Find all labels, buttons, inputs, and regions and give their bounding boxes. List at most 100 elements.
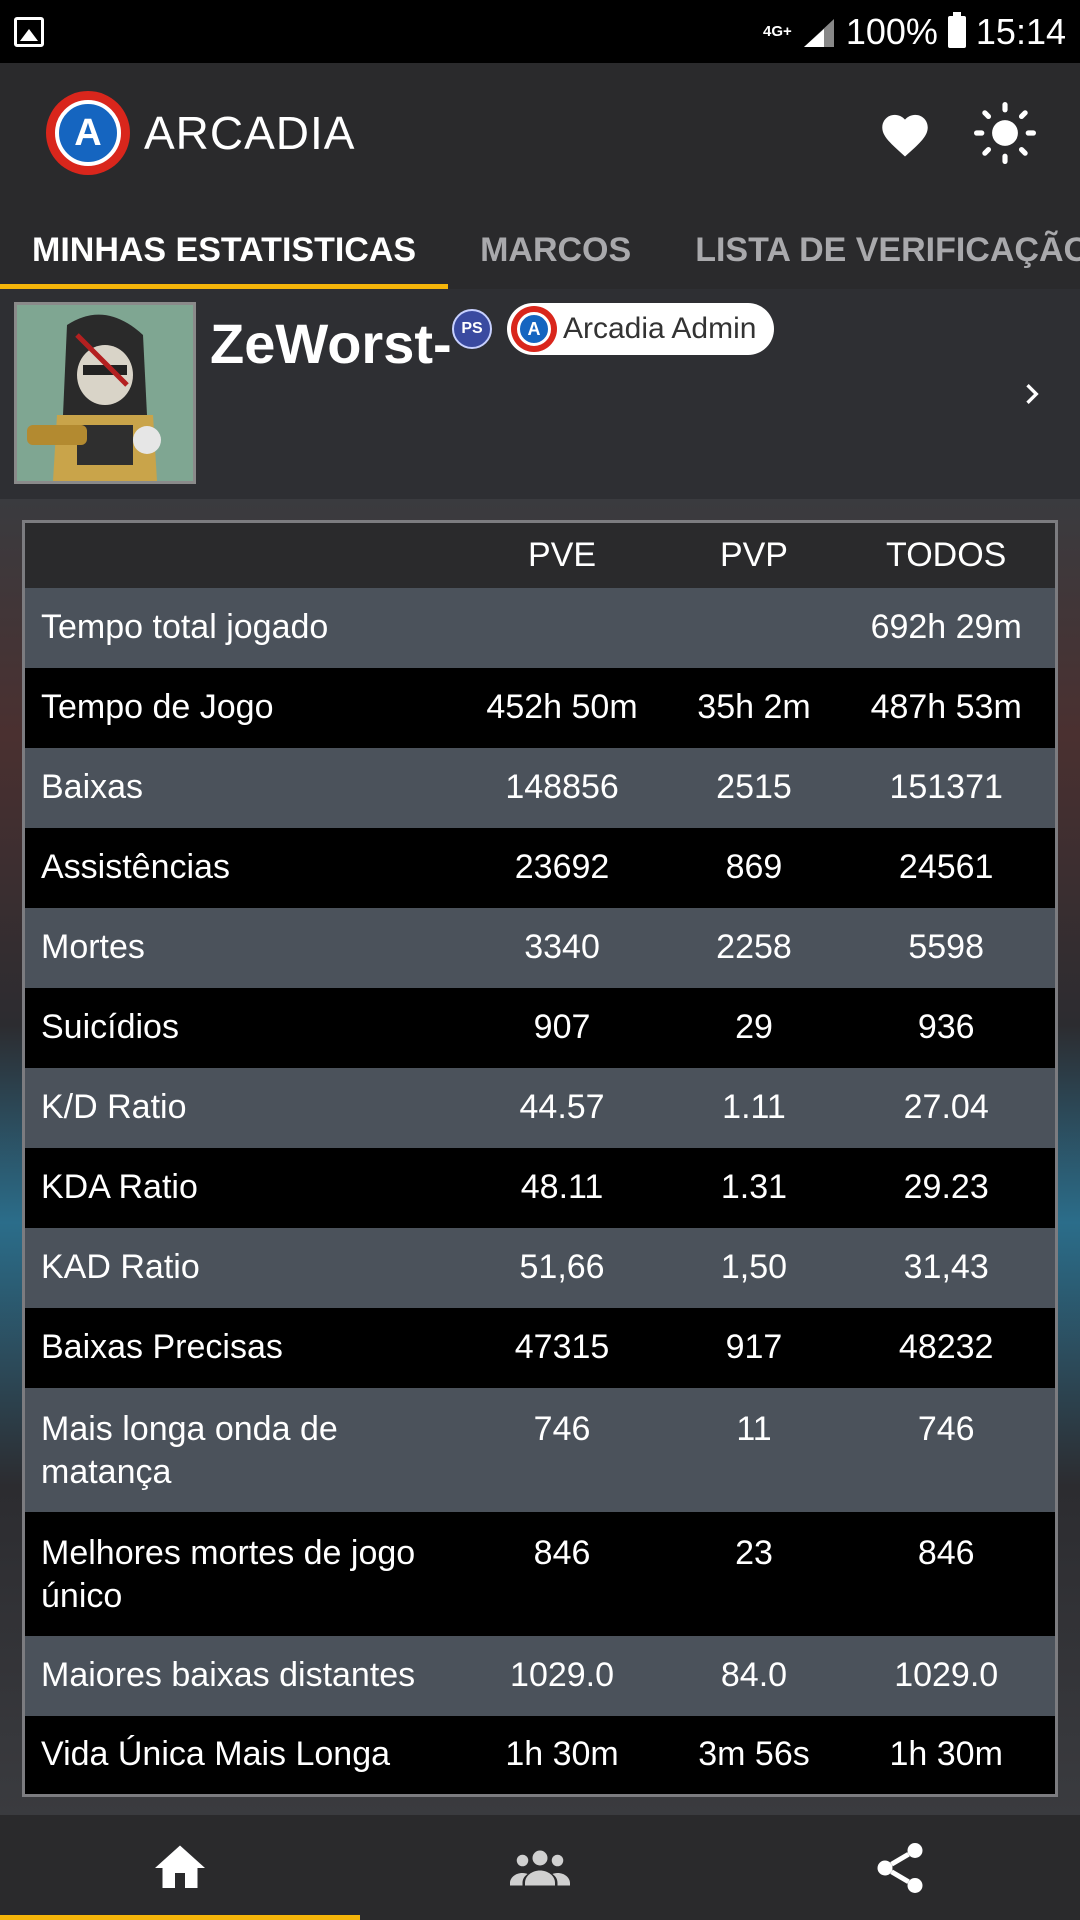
row-label: Maiores baixas distantes [23, 1635, 454, 1716]
row-label: K/D Ratio [23, 1067, 454, 1148]
group-icon [510, 1850, 570, 1885]
favorite-button[interactable] [870, 98, 940, 168]
todos-value: 27.04 [837, 1067, 1057, 1148]
character-avatar-image [17, 305, 193, 481]
signal-icon [803, 18, 834, 47]
home-icon [155, 1845, 205, 1888]
pvp-value: 2258 [670, 907, 838, 988]
pvp-value: 29 [670, 987, 838, 1068]
nav-share[interactable] [720, 1815, 1080, 1920]
table-row: Baixas Precisas 47315 917 48232 [23, 1307, 1057, 1388]
logo-letter: A [55, 100, 121, 166]
header-pve: PVE [453, 521, 671, 588]
pvp-value: 35h 2m [670, 667, 838, 748]
app-title: ARCADIA [144, 107, 356, 159]
pve-value: 23692 [453, 827, 671, 908]
status-bar: 4G+ 100% 15:14 [0, 0, 1080, 63]
avatar [14, 302, 196, 484]
todos-value: 1029.0 [837, 1635, 1057, 1716]
mini-logo-letter: A [517, 312, 551, 346]
profile-header[interactable]: ZeWorst- PS A Arcadia Admin [0, 289, 1080, 499]
table-row: Maiores baixas distantes 1029.0 84.0 102… [23, 1635, 1057, 1716]
image-notification-icon [14, 16, 44, 47]
row-label: Assistências [23, 827, 454, 908]
battery-percent: 100% [845, 10, 938, 52]
pvp-value: 1.11 [670, 1067, 838, 1148]
todos-value: 746 [837, 1387, 1057, 1512]
bottom-navigation [0, 1815, 1080, 1920]
pvp-value: 1,50 [670, 1227, 838, 1308]
table-row: Assistências 23692 869 24561 [23, 827, 1057, 908]
row-label: KDA Ratio [23, 1147, 454, 1228]
brightness-icon [974, 102, 1036, 164]
arcadia-mini-logo: A [511, 306, 557, 352]
pve-value: 846 [453, 1511, 671, 1636]
nav-home[interactable] [0, 1815, 360, 1920]
table-row: Melhores mortes de jogo único 846 23 846 [23, 1511, 1057, 1636]
table-row: Tempo total jogado 692h 29m [23, 587, 1057, 668]
pvp-value: 1.31 [670, 1147, 838, 1228]
pve-value: 746 [453, 1387, 671, 1512]
pve-value: 44.57 [453, 1067, 671, 1148]
table-row: Tempo de Jogo 452h 50m 35h 2m 487h 53m [23, 667, 1057, 748]
theme-toggle-button[interactable] [970, 98, 1040, 168]
pvp-value: 11 [670, 1387, 838, 1512]
share-icon [877, 1842, 923, 1893]
tab-marcos[interactable]: MARCOS [448, 203, 663, 289]
table-row: Mortes 3340 2258 5598 [23, 907, 1057, 988]
stats-table: PVE PVP TODOS Tempo total jogado 692h 29… [22, 520, 1058, 1797]
row-label: Vida Única Mais Longa [23, 1715, 454, 1796]
pvp-value: 23 [670, 1511, 838, 1636]
heart-icon [882, 114, 928, 157]
todos-value: 29.23 [837, 1147, 1057, 1228]
table-row: K/D Ratio 44.57 1.11 27.04 [23, 1067, 1057, 1148]
network-type: 4G+ [763, 22, 792, 40]
tab-lista-de-verificacao[interactable]: LISTA DE VERIFICAÇÃO [663, 203, 1080, 289]
todos-value: 692h 29m [837, 587, 1057, 668]
todos-value: 1h 30m [837, 1715, 1057, 1796]
pvp-value [670, 587, 838, 668]
table-row: KAD Ratio 51,66 1,50 31,43 [23, 1227, 1057, 1308]
todos-value: 487h 53m [837, 667, 1057, 748]
row-label: Tempo total jogado [23, 587, 454, 668]
row-label: Mais longa onda de matança [23, 1387, 454, 1512]
pve-value: 3340 [453, 907, 671, 988]
todos-value: 24561 [837, 827, 1057, 908]
row-label: KAD Ratio [23, 1227, 454, 1308]
header-pvp: PVP [670, 521, 838, 588]
app-bar: A ARCADIA [0, 63, 1080, 203]
row-label: Suicídios [23, 987, 454, 1068]
pve-value: 1029.0 [453, 1635, 671, 1716]
table-row: Vida Única Mais Longa 1h 30m 3m 56s 1h 3… [23, 1715, 1057, 1796]
table-row: Suicídios 907 29 936 [23, 987, 1057, 1068]
pvp-value: 84.0 [670, 1635, 838, 1716]
admin-badge: A Arcadia Admin [507, 303, 775, 355]
todos-value: 846 [837, 1511, 1057, 1636]
table-row: KDA Ratio 48.11 1.31 29.23 [23, 1147, 1057, 1228]
tab-minhas-estatisticas[interactable]: MINHAS ESTATISTICAS [0, 203, 449, 289]
pvp-value: 2515 [670, 747, 838, 828]
pve-value: 148856 [453, 747, 671, 828]
pve-value: 48.11 [453, 1147, 671, 1228]
table-row: Baixas 148856 2515 151371 [23, 747, 1057, 828]
battery-icon [947, 11, 966, 48]
todos-value: 31,43 [837, 1227, 1057, 1308]
todos-value: 48232 [837, 1307, 1057, 1388]
pvp-value: 869 [670, 827, 838, 908]
chevron-right-icon[interactable] [1012, 369, 1052, 419]
playstation-icon: PS [452, 309, 492, 349]
row-label: Melhores mortes de jogo único [23, 1511, 454, 1636]
pve-value: 1h 30m [453, 1715, 671, 1796]
pve-value: 452h 50m [453, 667, 671, 748]
todos-value: 936 [837, 987, 1057, 1068]
row-label: Tempo de Jogo [23, 667, 454, 748]
pvp-value: 917 [670, 1307, 838, 1388]
pve-value: 47315 [453, 1307, 671, 1388]
pve-value: 907 [453, 987, 671, 1068]
admin-badge-label: Arcadia Admin [563, 312, 757, 345]
row-label: Baixas [23, 747, 454, 828]
pve-value [453, 587, 671, 668]
nav-group[interactable] [360, 1815, 720, 1920]
todos-value: 5598 [837, 907, 1057, 988]
header-todos: TODOS [837, 521, 1057, 588]
